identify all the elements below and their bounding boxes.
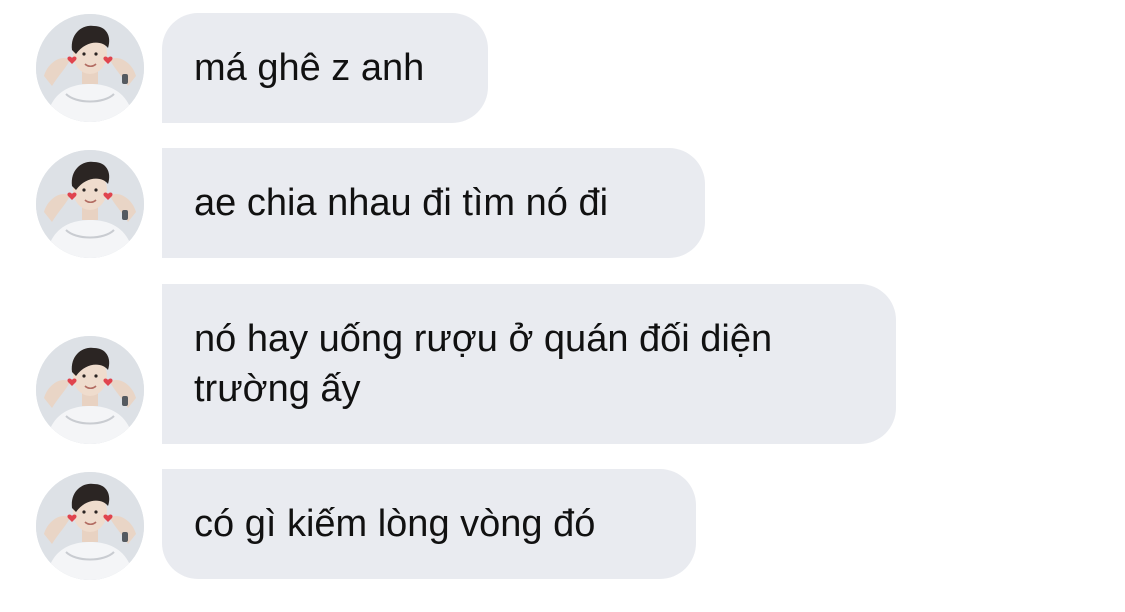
message-text: má ghê z anh [194,47,425,89]
message-bubble[interactable]: ae chia nhau đi tìm nó đi [162,148,705,258]
message-text: có gì kiếm lòng vòng đó [194,503,596,545]
message-bubble[interactable]: má ghê z anh [162,13,488,123]
message-bubble[interactable]: có gì kiếm lòng vòng đó [162,469,696,579]
avatar-photo-icon[interactable] [36,150,144,258]
avatar-photo-icon[interactable] [36,472,144,580]
avatar-photo-icon[interactable] [36,336,144,444]
avatar-photo-icon[interactable] [36,14,144,122]
message-text: ae chia nhau đi tìm nó đi [194,182,609,224]
message-bubble[interactable]: nó hay uống rượu ở quán đối diện trường … [162,284,896,444]
message-text: nó hay uống rượu ở quán đối diện trường … [194,318,773,410]
